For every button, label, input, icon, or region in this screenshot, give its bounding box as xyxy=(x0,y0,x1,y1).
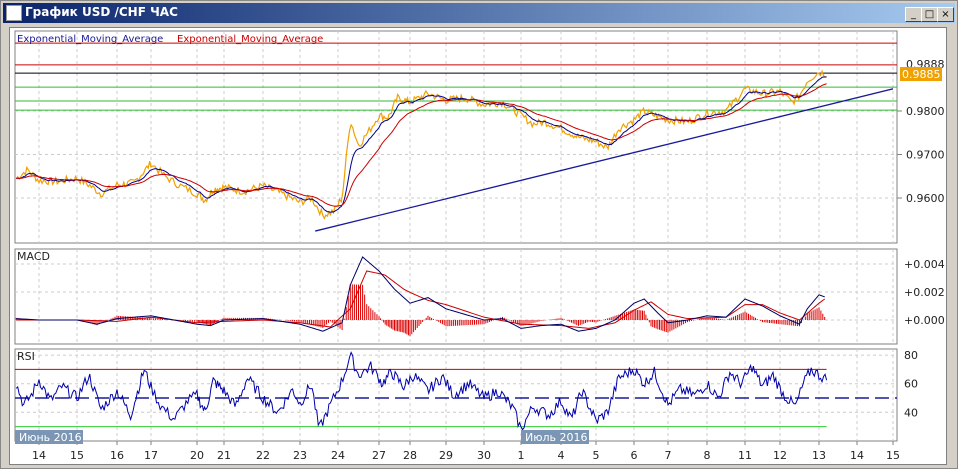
chart-canvas[interactable]: 0.9800 0.9700 0.9600 Exponential_Moving_Ave… xyxy=(10,28,946,464)
date-label: 17 xyxy=(144,449,158,462)
legend-ema-slow: Exponential_Moving_Average xyxy=(177,34,323,45)
date-label: 20 xyxy=(190,449,204,462)
date-label: 13 xyxy=(812,449,826,462)
date-label: 11 xyxy=(738,449,752,462)
date-label: 5 xyxy=(593,449,600,462)
macd-axis-label: +0.004 xyxy=(904,258,945,271)
legend-ema-fast: Exponential_Moving_Average xyxy=(17,34,163,45)
maximize-button[interactable]: □ xyxy=(921,7,938,22)
minimize-button[interactable]: _ xyxy=(905,7,922,22)
title-bar[interactable]: График USD /CHF ЧАС _ □ × xyxy=(3,3,955,23)
date-label: 22 xyxy=(256,449,270,462)
date-label: 15 xyxy=(70,449,84,462)
macd-label: MACD xyxy=(17,250,50,263)
date-label: 14 xyxy=(850,449,864,462)
date-label: 24 xyxy=(331,449,345,462)
window-title: График USD /CHF ЧАС xyxy=(25,5,178,19)
chart-window: График USD /CHF ЧАС _ □ × 0.9800 0.9700 0.… xyxy=(0,0,958,469)
date-label: 12 xyxy=(773,449,787,462)
date-label: 6 xyxy=(631,449,638,462)
chart-icon xyxy=(6,5,22,21)
price-axis-label: 0.9800 xyxy=(906,105,945,118)
close-button[interactable]: × xyxy=(937,7,954,22)
price-axis-label: 0.9700 xyxy=(906,149,945,162)
date-label: 29 xyxy=(439,449,453,462)
rsi-label: RSI xyxy=(17,350,35,363)
rsi-axis-label: 80 xyxy=(904,349,918,362)
date-label: 30 xyxy=(477,449,491,462)
date-label: 1 xyxy=(518,449,525,462)
rsi-axis-label: 60 xyxy=(904,378,918,391)
date-label: 23 xyxy=(293,449,307,462)
date-label: 21 xyxy=(217,449,231,462)
month-label: Июль 2016 xyxy=(525,431,588,444)
date-label: 28 xyxy=(403,449,417,462)
chart-area[interactable]: 0.9800 0.9700 0.9600 Exponential_Moving_Ave… xyxy=(9,27,947,465)
rsi-axis-label: 40 xyxy=(904,406,918,419)
macd-panel xyxy=(14,248,898,345)
month-label: Июнь 2016 xyxy=(19,431,82,444)
date-label: 16 xyxy=(110,449,124,462)
date-label: 7 xyxy=(665,449,672,462)
date-label: 8 xyxy=(704,449,711,462)
price-axis-label: 0.9600 xyxy=(906,192,945,205)
date-label: 14 xyxy=(32,449,46,462)
date-label: 15 xyxy=(886,449,900,462)
current-price-label: 0.9885 xyxy=(902,68,941,81)
date-label: 4 xyxy=(558,449,565,462)
macd-axis-label: +0.002 xyxy=(904,286,945,299)
macd-axis-label: +0.000 xyxy=(904,314,945,327)
price-panel xyxy=(14,30,898,244)
date-label: 27 xyxy=(372,449,386,462)
